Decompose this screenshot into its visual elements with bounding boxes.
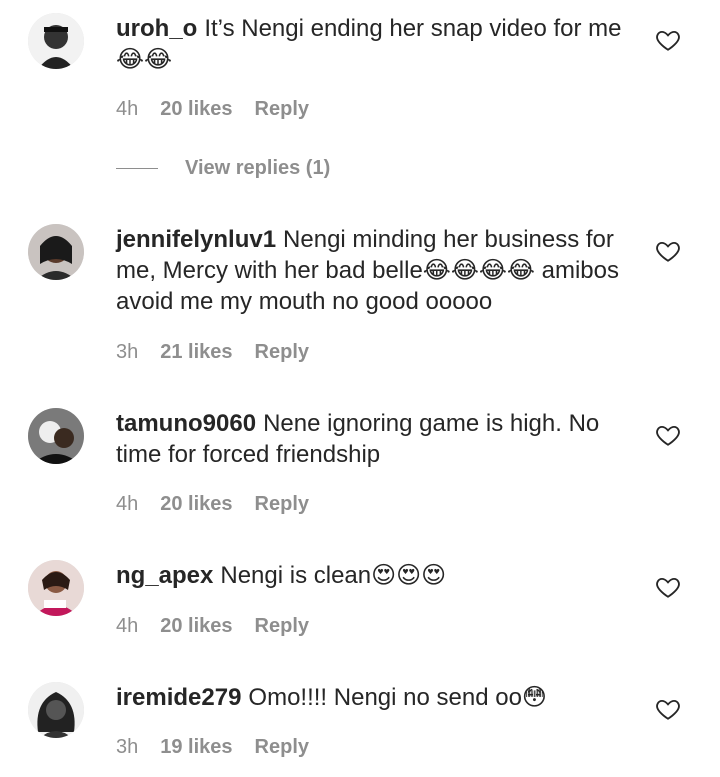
heart-outline-icon[interactable]	[655, 238, 681, 264]
comment-username[interactable]: tamuno9060	[116, 410, 256, 437]
comment-text-block: tamuno9060 Nene ignoring game is high. No…	[116, 408, 631, 470]
avatar[interactable]	[28, 224, 84, 280]
comment-username[interactable]: ng_apex	[116, 562, 213, 589]
comment-meta: 4h 20 likes Reply	[116, 615, 309, 638]
avatar[interactable]	[28, 408, 84, 464]
view-replies-label[interactable]: View replies (1)	[185, 157, 330, 180]
comment-time: 4h	[116, 615, 139, 637]
comment-body: Omo!!!! Nengi no send oo😳	[248, 684, 547, 711]
comment-text-block: uroh_o It’s Nengi ending her snap video f…	[116, 13, 631, 75]
reply-button[interactable]: Reply	[255, 493, 309, 516]
comment-text-block: iremide279 Omo!!!! Nengi no send oo😳	[116, 682, 631, 713]
heart-outline-icon[interactable]	[655, 696, 681, 722]
avatar[interactable]	[28, 560, 84, 616]
comment-meta: 3h 19 likes Reply	[116, 736, 309, 759]
heart-outline-icon[interactable]	[655, 422, 681, 448]
comment-meta: 3h 21 likes Reply	[116, 341, 309, 364]
comment-text-block: jennifelynluv1 Nengi minding her business…	[116, 224, 631, 317]
comment-text-block: ng_apex Nengi is clean😍😍😍	[116, 560, 631, 591]
comment-likes[interactable]: 20 likes	[160, 615, 232, 638]
reply-button[interactable]: Reply	[255, 341, 309, 364]
comment-meta: 4h 20 likes Reply	[116, 493, 309, 516]
comment-time: 3h	[116, 341, 139, 363]
comment-username[interactable]: iremide279	[116, 684, 241, 711]
reply-button[interactable]: Reply	[255, 615, 309, 638]
comment-username[interactable]: jennifelynluv1	[116, 226, 276, 253]
comment-username[interactable]: uroh_o	[116, 15, 197, 42]
reply-button[interactable]: Reply	[255, 736, 309, 759]
heart-outline-icon[interactable]	[655, 574, 681, 600]
comment-meta: 4h 20 likes Reply	[116, 98, 309, 121]
comment-likes[interactable]: 19 likes	[160, 736, 232, 759]
comment-body: Nengi is clean😍😍😍	[220, 562, 447, 589]
comment-time: 4h	[116, 493, 139, 515]
comment-likes[interactable]: 20 likes	[160, 98, 232, 121]
heart-outline-icon[interactable]	[655, 27, 681, 53]
comment-likes[interactable]: 20 likes	[160, 493, 232, 516]
replies-divider-line	[116, 168, 158, 169]
avatar[interactable]	[28, 682, 84, 738]
comment-time: 4h	[116, 98, 139, 120]
comment-time: 3h	[116, 736, 139, 758]
comment-likes[interactable]: 21 likes	[160, 341, 232, 364]
view-replies-button[interactable]: View replies (1)	[116, 157, 330, 180]
reply-button[interactable]: Reply	[255, 98, 309, 121]
avatar[interactable]	[28, 13, 84, 69]
